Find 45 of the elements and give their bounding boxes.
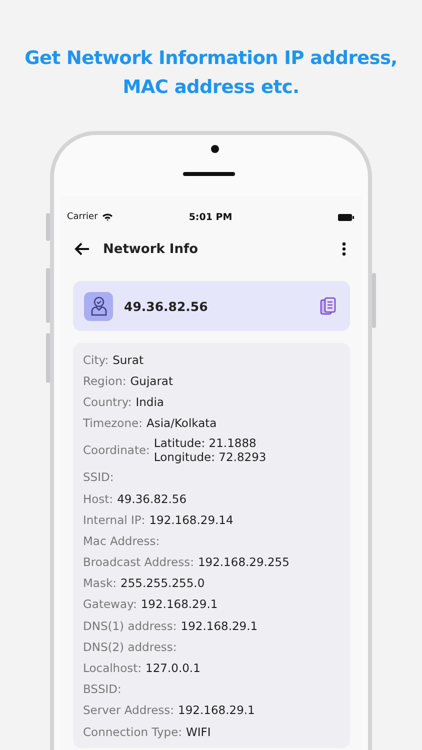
back-arrow-icon[interactable] (74, 242, 90, 256)
info-value: 192.168.29.1 (180, 618, 258, 633)
info-label: Timezone: (83, 416, 142, 430)
carrier-label: Carrier (67, 212, 98, 222)
wifi-icon (102, 213, 113, 221)
info-value: Longitude: 72.8293 (154, 450, 266, 464)
info-label: Mask: (83, 576, 116, 590)
info-label: Internal IP: (83, 512, 146, 527)
info-value: 49.36.82.56 (117, 492, 187, 506)
info-value: Gujarat (130, 374, 173, 388)
info-value: WIFI (186, 724, 211, 739)
info-value: Latitude: 21.1888 (154, 436, 258, 450)
info-label: Host: (83, 492, 114, 506)
headline: MAC address etc. (122, 76, 300, 100)
info-value: Asia/Kolkata (146, 416, 217, 430)
info-label: Localhost: (83, 661, 142, 676)
info-label: Connection Type: (83, 724, 182, 739)
info-value: 192.168.29.1 (178, 703, 255, 718)
info-label: City: (83, 352, 109, 367)
battery-icon (338, 214, 354, 220)
info-label: Server Address: (83, 703, 174, 718)
more-options-icon[interactable] (342, 242, 346, 256)
info-label: Country: (83, 394, 132, 409)
info-value: 127.0.0.1 (146, 661, 200, 676)
info-label: Mac Address: (83, 534, 160, 548)
info-value: Surat (112, 352, 144, 367)
status-time: 5:01 PM (188, 212, 232, 222)
info-label: Region: (83, 374, 126, 388)
info-value: 192.168.29.1 (140, 597, 218, 612)
info-label: BSSID: (83, 682, 122, 696)
info-label: Coordinate: (83, 443, 150, 458)
headline: Get Network Information IP address, (24, 47, 398, 71)
copy-icon[interactable] (320, 297, 336, 315)
info-value: India (136, 394, 164, 409)
info-label: Broadcast Address: (83, 555, 194, 570)
info-value: 255.255.255.0 (120, 576, 205, 590)
info-label: SSID: (83, 470, 114, 484)
info-value: 192.168.29.14 (149, 512, 234, 527)
info-label: Gateway: (83, 597, 137, 612)
speaker-icon (183, 172, 235, 176)
ip-address: 49.36.82.56 (124, 298, 209, 314)
info-label: DNS(2) address: (83, 640, 177, 654)
app-bar-title: Network Info (103, 242, 200, 256)
info-value: 192.168.29.255 (198, 555, 290, 570)
info-label: DNS(1) address: (83, 618, 177, 633)
